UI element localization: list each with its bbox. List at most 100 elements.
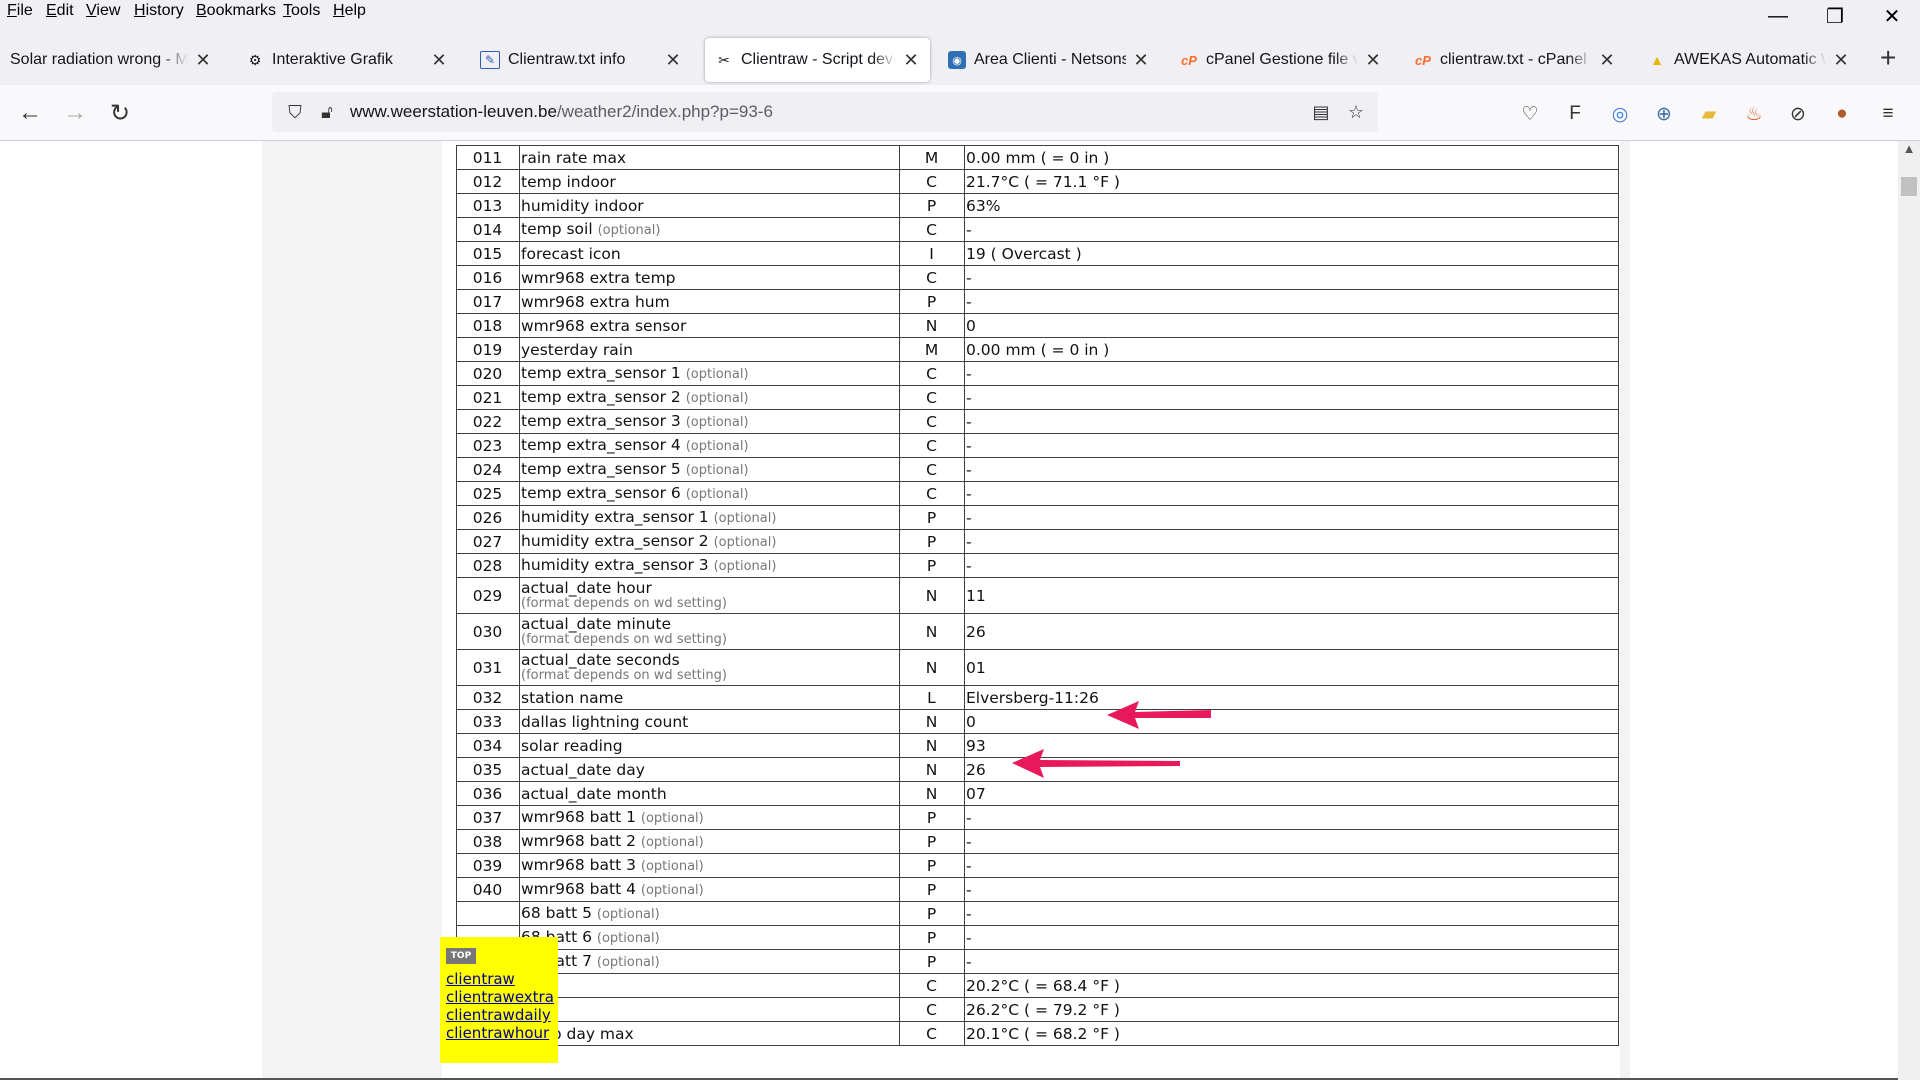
field-name: actual_date day: [521, 760, 645, 779]
table-row: 024 temp extra_sensor 5 (optional) C -: [456, 457, 1619, 482]
menu-view[interactable]: View: [86, 2, 120, 20]
new-tab-button[interactable]: +: [1880, 44, 1896, 72]
tab-close-icon[interactable]: ✕: [194, 50, 212, 71]
scroll-up-icon[interactable]: ▲: [1898, 141, 1920, 161]
field-name: temp extra_sensor 3: [521, 411, 681, 430]
top-badge[interactable]: TOP: [446, 948, 476, 964]
table-row: 028 humidity extra_sensor 3 (optional) P -: [456, 553, 1619, 578]
tab-cpanel-gestione[interactable]: cP cPanel Gestione file versi ✕: [1170, 40, 1392, 80]
menu-history[interactable]: History: [134, 2, 184, 20]
field-value: -: [964, 853, 1619, 878]
awekas-icon: ▲: [1650, 52, 1664, 68]
field-name: temp indoor: [521, 172, 616, 191]
back-button[interactable]: ←: [13, 97, 47, 129]
field-value: 0: [964, 313, 1619, 338]
field-name-cell: actual_date month: [519, 781, 900, 806]
netsons-icon: ◉: [948, 51, 966, 69]
extension-globe-icon[interactable]: ⊕: [1650, 101, 1678, 127]
field-type: C: [899, 217, 965, 242]
tab-interaktive-grafik[interactable]: ⚙ Interaktive Grafik ✕: [236, 40, 458, 80]
tracking-shield-icon[interactable]: ⛉: [282, 99, 308, 125]
optional-label: (optional): [640, 882, 704, 898]
table-row: 016 wmr968 extra temp C -: [456, 265, 1619, 290]
url-bar[interactable]: ⛉ 🔓︎ www.weerstation-leuven.be/weather2/…: [272, 92, 1378, 132]
field-name: yesterday rain: [521, 340, 633, 359]
extension-shield-icon[interactable]: ⊘: [1784, 101, 1812, 127]
link-clientrawextra[interactable]: clientrawextra: [446, 988, 558, 1006]
pocket-icon[interactable]: ♡: [1516, 101, 1544, 127]
tab-close-icon[interactable]: ✕: [1598, 50, 1616, 71]
script-icon: ✂: [718, 51, 730, 68]
menu-tools[interactable]: Tools: [283, 2, 320, 20]
url-text[interactable]: www.weerstation-leuven.be/weather2/index…: [350, 102, 773, 122]
field-type: C: [899, 433, 965, 458]
field-name-cell: 68 batt 7 (optional): [519, 949, 900, 974]
tab-close-icon[interactable]: ✕: [1832, 50, 1850, 71]
optional-label: (optional): [685, 390, 749, 406]
tab-solar-radiation[interactable]: Solar radiation wrong - Mete ✕: [0, 40, 222, 80]
optional-label: (optional): [640, 858, 704, 874]
extension-cookie-icon[interactable]: ●: [1828, 101, 1856, 127]
link-clientrawdaily[interactable]: clientrawdaily: [446, 1006, 558, 1024]
vertical-scrollbar[interactable]: ▲: [1898, 141, 1920, 1080]
table-row: 030 actual_date minute (format depends on …: [456, 613, 1619, 650]
extension-f-icon[interactable]: F: [1561, 101, 1589, 127]
field-type: P: [899, 505, 965, 530]
field-name-cell: temp day max: [519, 1021, 900, 1046]
field-name: temp extra_sensor 2: [521, 387, 681, 406]
field-number: 028: [456, 553, 520, 578]
field-value: -: [964, 481, 1619, 506]
field-type: N: [899, 757, 965, 782]
field-value: 0: [964, 709, 1619, 734]
field-type: P: [899, 901, 965, 926]
tab-close-icon[interactable]: ✕: [1132, 50, 1150, 71]
field-type: C: [899, 385, 965, 410]
field-name: humidity extra_sensor 1: [521, 507, 709, 526]
menu-file[interactable]: File: [7, 2, 33, 20]
menu-help[interactable]: Help: [333, 2, 366, 20]
field-name: humidity extra_sensor 2: [521, 531, 709, 550]
tab-awekas[interactable]: ▲ AWEKAS Automatic Wea ✕: [1638, 40, 1860, 80]
tab-close-icon[interactable]: ✕: [664, 50, 682, 71]
insecure-lock-icon[interactable]: 🔓︎: [314, 99, 340, 125]
extension-fire-icon[interactable]: ♨: [1740, 101, 1768, 127]
field-number: 019: [456, 337, 520, 362]
field-name-cell: actual_date minute (format depends on wd …: [519, 613, 900, 650]
table-row: 039 wmr968 batt 3 (optional) P -: [456, 853, 1619, 878]
reload-button[interactable]: ↻: [103, 97, 137, 129]
tab-area-clienti[interactable]: ◉ Area Clienti - Netsons ✕: [938, 40, 1160, 80]
tab-title: Area Clienti - Netsons: [974, 51, 1126, 68]
tab-clientraw-info[interactable]: ✎ Clientraw.txt info ✕: [470, 40, 692, 80]
field-name-cell: wmr968 batt 2 (optional): [519, 829, 900, 854]
forward-button[interactable]: →: [58, 97, 92, 129]
link-clientrawhour[interactable]: clientrawhour: [446, 1024, 558, 1042]
scroll-thumb[interactable]: [1901, 177, 1917, 196]
table-row: lexC26.2°C ( = 79.2 °F ): [456, 997, 1619, 1022]
table-row: 032 station name L Elversberg-11:26: [456, 685, 1619, 710]
extension-folder-icon[interactable]: ▰: [1695, 101, 1723, 127]
field-name: wmr968 batt 3: [521, 855, 636, 874]
field-name-cell: wmr968 batt 3 (optional): [519, 853, 900, 878]
tab-close-icon[interactable]: ✕: [1364, 50, 1382, 71]
link-clientraw[interactable]: clientraw: [446, 970, 558, 988]
menu-bookmarks[interactable]: Bookmarks: [196, 2, 276, 20]
tab-clientraw-cpanel[interactable]: cP clientraw.txt - cPanel Ge ✕: [1404, 40, 1626, 80]
tab-close-icon[interactable]: ✕: [430, 50, 448, 71]
tab-title: AWEKAS Automatic Wea: [1674, 51, 1826, 68]
field-value: -: [964, 457, 1619, 482]
tab-clientraw-script[interactable]: ✂ Clientraw - Script develo ✕: [705, 38, 930, 82]
optional-label: (optional): [685, 486, 749, 502]
field-type: N: [899, 613, 965, 650]
bookmark-star-icon[interactable]: ☆: [1343, 99, 1369, 125]
menu-icon[interactable]: ≡: [1874, 101, 1902, 127]
menu-edit[interactable]: Edit: [46, 2, 74, 20]
format-note: (format depends on wd setting): [521, 668, 727, 683]
cpanel-icon: cP: [1415, 52, 1431, 68]
field-name-cell: temp indoor: [519, 169, 900, 194]
arrow-solar-reading: [1012, 749, 1180, 778]
field-value: -: [964, 553, 1619, 578]
extension-ring-icon[interactable]: ◎: [1606, 101, 1634, 127]
tab-close-icon[interactable]: ✕: [902, 50, 920, 71]
field-name-cell: actual_date seconds (format depends on wd…: [519, 649, 900, 686]
reader-view-icon[interactable]: ▤: [1308, 99, 1334, 125]
